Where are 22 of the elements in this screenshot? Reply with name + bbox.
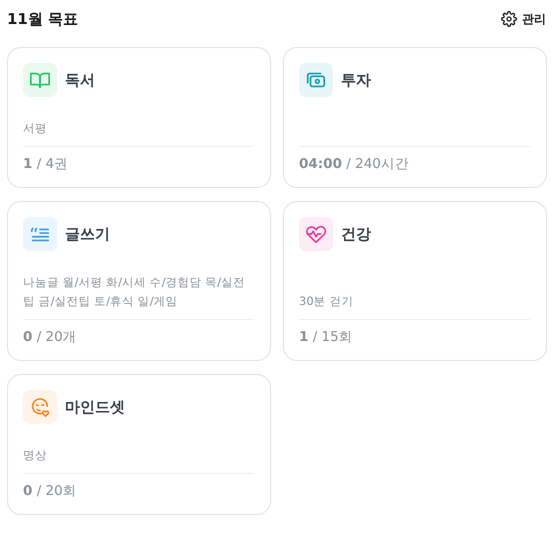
goal-description: 서평 <box>23 120 48 137</box>
goal-title: 건강 <box>341 224 371 244</box>
progress-text: 1 / 15회 <box>299 328 354 347</box>
progress-text: 0 / 20개 <box>23 328 78 347</box>
goal-title: 글쓰기 <box>65 224 110 244</box>
goal-title: 마인드셋 <box>65 398 125 416</box>
manage-button[interactable]: 관리 <box>501 10 546 28</box>
goal-card[interactable]: 마인드셋 명상 0 / 20회 <box>7 374 271 515</box>
goal-title: 투자 <box>341 70 371 90</box>
progress-text: 0 / 20회 <box>23 482 78 501</box>
goal-description: 명상 <box>23 447 48 464</box>
progress-text: 1 / 4권 <box>23 155 70 174</box>
goal-card[interactable]: 글쓰기 나눔글 월/서평 화/시세 수/경험담 목/실전팁 금/실전팁 토/휴식 일/게임 0 / 20개 <box>7 201 271 361</box>
goal-card[interactable]: 투자 04:00 / 240시간 <box>283 47 547 188</box>
goal-title: 독서 <box>65 70 95 90</box>
goal-card[interactable]: 건강 30분 걷기 1 / 15회 <box>283 201 547 361</box>
page-title: 11월 목표 <box>7 10 78 28</box>
goal-description: 30분 걷기 <box>299 293 354 310</box>
goal-card[interactable]: 독서 서평 1 / 4권 <box>7 47 271 188</box>
settings-icon <box>501 11 517 27</box>
goal-description: 나눔글 월/서평 화/시세 수/경험담 목/실전팁 금/실전팁 토/휴식 일/게임 <box>23 274 246 310</box>
progress-text: 04:00 / 240시간 <box>299 155 410 174</box>
